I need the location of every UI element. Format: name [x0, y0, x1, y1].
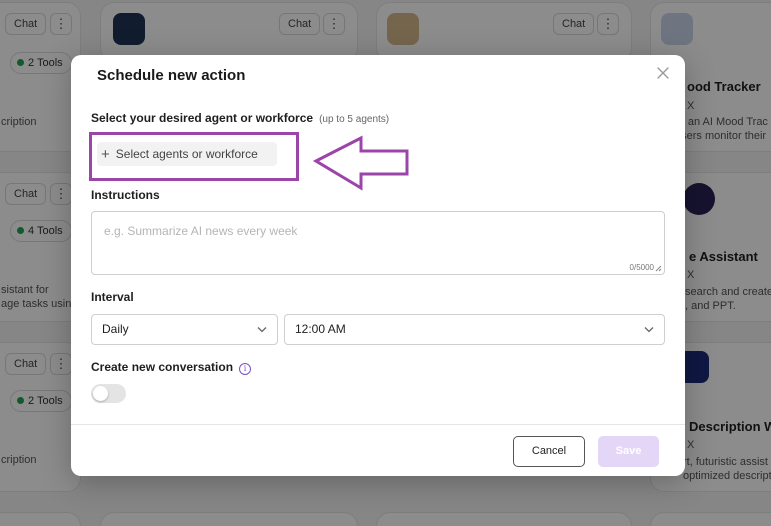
info-icon[interactable]: i	[239, 363, 252, 375]
instructions-placeholder: e.g. Summarize AI news every week	[104, 224, 298, 238]
instructions-label: Instructions	[91, 188, 160, 202]
frequency-value: Daily	[102, 322, 129, 336]
annotation-highlight-box	[89, 132, 299, 181]
agents-label: Select your desired agent or workforce (u…	[91, 111, 390, 125]
annotation-arrow-icon	[313, 135, 409, 191]
cancel-button[interactable]: Cancel	[513, 436, 585, 467]
character-count: 0/5000	[629, 263, 654, 272]
footer-divider	[71, 424, 685, 425]
schedule-action-dialog: Schedule new action Select your desired …	[71, 55, 685, 476]
save-button[interactable]: Save	[598, 436, 659, 467]
frequency-select[interactable]: Daily	[91, 314, 278, 345]
dialog-title: Schedule new action	[97, 67, 246, 84]
new-conversation-toggle[interactable]	[91, 384, 126, 403]
chevron-down-icon	[644, 327, 654, 333]
agents-hint: (up to 5 agents)	[319, 114, 390, 125]
new-conversation-label: Create new conversation i	[91, 360, 252, 375]
chevron-down-icon	[257, 327, 267, 333]
toggle-knob	[93, 386, 108, 401]
close-icon[interactable]	[655, 65, 671, 81]
time-select[interactable]: 12:00 AM	[284, 314, 665, 345]
time-value: 12:00 AM	[295, 322, 346, 336]
interval-label: Interval	[91, 290, 134, 304]
instructions-textarea[interactable]: e.g. Summarize AI news every week 0/5000	[91, 211, 665, 275]
resize-grip-icon[interactable]	[655, 265, 662, 272]
